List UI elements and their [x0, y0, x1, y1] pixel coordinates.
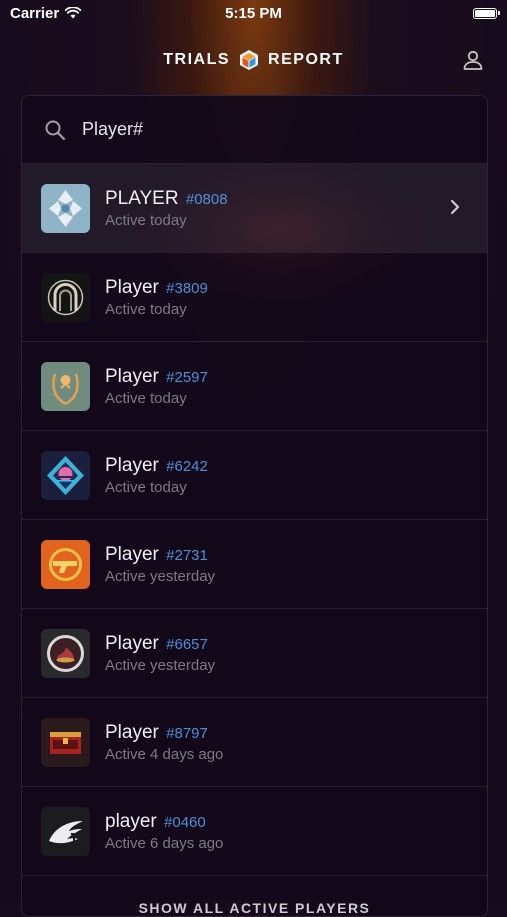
status-bar: Carrier 5:15 PM	[0, 0, 507, 26]
wing-emblem-icon	[41, 806, 90, 856]
player-row[interactable]: PLAYER #0808 Active today	[22, 164, 487, 253]
player-activity: Active today	[105, 389, 187, 407]
player-row[interactable]: Player #6242 Active today	[22, 431, 487, 520]
player-code: #3809	[166, 279, 208, 297]
player-row[interactable]: Player #6657 Active yesterday	[22, 609, 487, 698]
player-activity: Active today	[105, 211, 187, 229]
search-panel: PLAYER #0808 Active today Player #3809 A…	[21, 95, 488, 917]
player-info: player #0460 Active 6 days ago	[105, 811, 223, 852]
player-name-line: Player #2731	[105, 544, 215, 567]
player-row[interactable]: Player #8797 Active 4 days ago	[22, 698, 487, 787]
app-logo: TRIALS REPORT	[163, 49, 343, 71]
chest-emblem-icon	[41, 717, 90, 767]
player-name: PLAYER	[105, 187, 179, 209]
player-info: Player #6242 Active today	[105, 455, 208, 496]
player-code: #0460	[164, 813, 206, 831]
player-info: Player #2731 Active yesterday	[105, 544, 215, 585]
player-name-line: Player #6242	[105, 455, 208, 478]
user-profile-icon[interactable]	[461, 48, 485, 72]
ghost-shell-emblem-icon	[41, 183, 90, 233]
player-info: Player #8797 Active 4 days ago	[105, 722, 223, 763]
carrier-label: Carrier	[10, 4, 60, 22]
player-code: #0808	[185, 190, 228, 208]
search-icon	[45, 120, 66, 140]
ring-flame-emblem-icon	[41, 628, 90, 678]
player-code: #2597	[166, 368, 208, 386]
trials-logo-icon	[240, 50, 259, 70]
player-name-line: player #0460	[105, 811, 223, 834]
player-row[interactable]: player #0460 Active 6 days ago	[22, 787, 487, 876]
player-code: #8797	[166, 724, 208, 742]
player-row[interactable]: Player #3809 Active today	[22, 253, 487, 342]
player-activity: Active today	[105, 300, 187, 318]
player-info: Player #6657 Active yesterday	[105, 633, 215, 674]
player-info: Player #3809 Active today	[105, 277, 208, 318]
carrier-group: Carrier	[10, 4, 82, 22]
player-name: Player	[105, 721, 159, 743]
chevron-right-icon	[450, 199, 460, 215]
player-name-line: Player #6657	[105, 633, 215, 656]
app-header: TRIALS REPORT	[0, 26, 507, 94]
logo-text-left: TRIALS	[163, 51, 231, 68]
player-name-line: PLAYER #0808	[105, 188, 228, 211]
search-bar	[22, 96, 487, 164]
player-name: Player	[105, 632, 159, 654]
wifi-icon	[65, 7, 82, 19]
search-input[interactable]	[80, 118, 444, 141]
player-name-line: Player #3809	[105, 277, 208, 300]
hand-cannon-emblem-icon	[41, 539, 90, 589]
player-activity: Active yesterday	[105, 567, 216, 585]
arch-emblem-icon	[41, 272, 90, 322]
logo-text-right: REPORT	[268, 51, 344, 68]
player-activity: Active 4 days ago	[105, 745, 224, 763]
show-all-active-players-link[interactable]: SHOW ALL ACTIVE PLAYERS	[22, 876, 487, 916]
player-activity: Active 6 days ago	[105, 834, 224, 852]
player-activity: Active today	[105, 478, 187, 496]
player-name: Player	[105, 276, 159, 298]
player-name-line: Player #8797	[105, 722, 223, 745]
player-info: Player #2597 Active today	[105, 366, 208, 407]
player-activity: Active yesterday	[105, 656, 216, 674]
player-row[interactable]: Player #2731 Active yesterday	[22, 520, 487, 609]
player-row[interactable]: Player #2597 Active today	[22, 342, 487, 431]
player-name: Player	[105, 365, 159, 387]
player-code: #6242	[166, 457, 208, 475]
battery-icon	[473, 7, 500, 19]
player-code: #6657	[166, 635, 208, 653]
laurel-emblem-icon	[41, 361, 90, 411]
player-info: PLAYER #0808 Active today	[105, 188, 228, 229]
player-name-line: Player #2597	[105, 366, 208, 389]
diamond-sunset-emblem-icon	[41, 450, 90, 500]
player-code: #2731	[166, 546, 208, 564]
player-name: Player	[105, 543, 159, 565]
player-name: Player	[105, 454, 159, 476]
player-name: player	[105, 810, 157, 832]
